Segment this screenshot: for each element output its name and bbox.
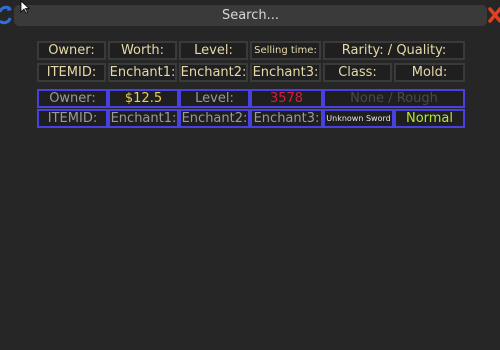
item-level: Level: (179, 89, 250, 108)
header-row-2: ITEMID: Enchant1: Enchant2: Enchant3: Cl… (37, 63, 465, 82)
header-enchant1: Enchant1: (108, 63, 177, 82)
item-itemid: ITEMID: (37, 109, 108, 128)
item-owner: Owner: (37, 89, 108, 108)
header-itemid: ITEMID: (37, 63, 106, 82)
header-worth: Worth: (108, 41, 177, 60)
header-level: Level: (179, 41, 248, 60)
top-bar: Search... (0, 0, 500, 34)
close-icon[interactable] (487, 4, 500, 26)
item-enchant3: Enchant3: (250, 109, 323, 128)
header-enchant2: Enchant2: (179, 63, 248, 82)
item-selling-time: 3578 (250, 89, 323, 108)
item-mold: Normal (394, 109, 465, 128)
item-class: Unknown Sword (323, 109, 394, 128)
column-header-grid: Owner: Worth: Level: Selling time: Rarit… (37, 41, 465, 82)
item-entry[interactable]: Owner: $12.5 Level: 3578 None / Rough IT… (37, 89, 465, 130)
header-mold: Mold: (394, 63, 465, 82)
mouse-cursor-icon (20, 0, 30, 14)
item-worth: $12.5 (108, 89, 179, 108)
header-selling-time: Selling time: (250, 41, 321, 60)
item-row-2: ITEMID: Enchant1: Enchant2: Enchant3: Un… (37, 109, 465, 128)
header-rarity-quality: Rarity: / Quality: (323, 41, 465, 60)
refresh-icon[interactable] (0, 4, 14, 26)
header-row-1: Owner: Worth: Level: Selling time: Rarit… (37, 41, 465, 60)
item-enchant2: Enchant2: (179, 109, 250, 128)
header-class: Class: (323, 63, 392, 82)
item-row-1: Owner: $12.5 Level: 3578 None / Rough (37, 89, 465, 108)
item-rarity-quality: None / Rough (323, 89, 465, 108)
header-owner: Owner: (37, 41, 106, 60)
header-enchant3: Enchant3: (250, 63, 321, 82)
item-enchant1: Enchant1: (108, 109, 179, 128)
search-input[interactable]: Search... (14, 5, 487, 26)
